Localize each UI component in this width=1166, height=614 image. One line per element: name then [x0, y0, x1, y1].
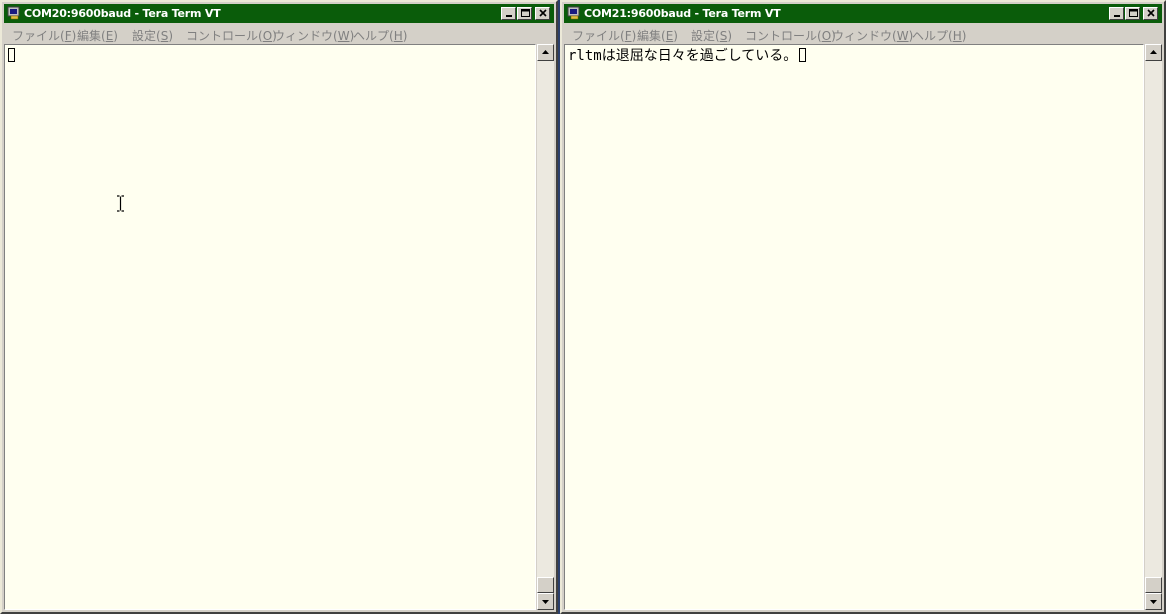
- menu-file[interactable]: ファイル(F): [12, 27, 76, 44]
- vertical-scrollbar[interactable]: [537, 44, 554, 610]
- minimize-icon: [1114, 15, 1120, 17]
- menu-bar: ファイル(F) 編集(E) 設定(S) コントロール(O) ウィンドウ(W) ヘ…: [564, 24, 1162, 43]
- close-button[interactable]: [1143, 7, 1158, 20]
- terminal-area[interactable]: [4, 44, 536, 610]
- menu-setup[interactable]: 設定(S): [691, 27, 732, 44]
- scroll-down-button[interactable]: [537, 593, 554, 610]
- terminal-line: [8, 47, 15, 65]
- menu-file[interactable]: ファイル(F): [572, 27, 636, 44]
- terminal-cursor: [799, 48, 807, 62]
- minimize-button[interactable]: [1109, 7, 1124, 20]
- window-title: COM21:9600baud - Tera Term VT: [584, 7, 781, 20]
- maximize-icon: [521, 9, 530, 17]
- terminal-line: rltmは退屈な日々を過ごしている。: [568, 47, 807, 65]
- title-bar[interactable]: COM20:9600baud - Tera Term VT: [4, 4, 554, 23]
- title-bar[interactable]: COM21:9600baud - Tera Term VT: [564, 4, 1162, 23]
- menu-edit[interactable]: 編集(E): [637, 27, 678, 44]
- scroll-down-button[interactable]: [1145, 593, 1162, 610]
- scrollbar-thumb[interactable]: [537, 577, 554, 593]
- scroll-up-button[interactable]: [1145, 44, 1162, 61]
- scroll-down-arrow-icon: [1150, 600, 1157, 604]
- menu-edit[interactable]: 編集(E): [77, 27, 118, 44]
- close-icon: [539, 9, 547, 17]
- close-button[interactable]: [535, 7, 550, 20]
- scrollbar-thumb[interactable]: [1145, 577, 1162, 593]
- teraterm-icon[interactable]: [567, 6, 581, 20]
- menu-window[interactable]: ウィンドウ(W): [273, 27, 354, 44]
- minimize-icon: [506, 15, 512, 17]
- text-ibeam-cursor-icon: [117, 195, 124, 212]
- scroll-up-arrow-icon: [1150, 50, 1157, 54]
- window-title: COM20:9600baud - Tera Term VT: [24, 7, 221, 20]
- terminal-cursor: [8, 48, 15, 62]
- close-icon: [1147, 9, 1155, 17]
- maximize-button[interactable]: [517, 7, 532, 20]
- teraterm-window-com20[interactable]: COM20:9600baud - Tera Term VT ファイル(F) 編集…: [0, 0, 558, 614]
- scroll-down-arrow-icon: [542, 600, 549, 604]
- menu-bar: ファイル(F) 編集(E) 設定(S) コントロール(O) ウィンドウ(W) ヘ…: [4, 24, 554, 43]
- terminal-area[interactable]: rltmは退屈な日々を過ごしている。: [564, 44, 1144, 610]
- menu-control[interactable]: コントロール(O): [745, 27, 836, 44]
- menu-window[interactable]: ウィンドウ(W): [832, 27, 913, 44]
- scroll-up-button[interactable]: [537, 44, 554, 61]
- teraterm-icon[interactable]: [7, 6, 21, 20]
- maximize-icon: [1129, 9, 1138, 17]
- minimize-button[interactable]: [501, 7, 516, 20]
- teraterm-window-com21[interactable]: COM21:9600baud - Tera Term VT ファイル(F) 編集…: [560, 0, 1166, 614]
- maximize-button[interactable]: [1125, 7, 1140, 20]
- scroll-up-arrow-icon: [542, 50, 549, 54]
- menu-help[interactable]: ヘルプ(H): [912, 27, 966, 44]
- menu-control[interactable]: コントロール(O): [186, 27, 277, 44]
- menu-help[interactable]: ヘルプ(H): [353, 27, 407, 44]
- menu-setup[interactable]: 設定(S): [132, 27, 173, 44]
- vertical-scrollbar[interactable]: [1145, 44, 1162, 610]
